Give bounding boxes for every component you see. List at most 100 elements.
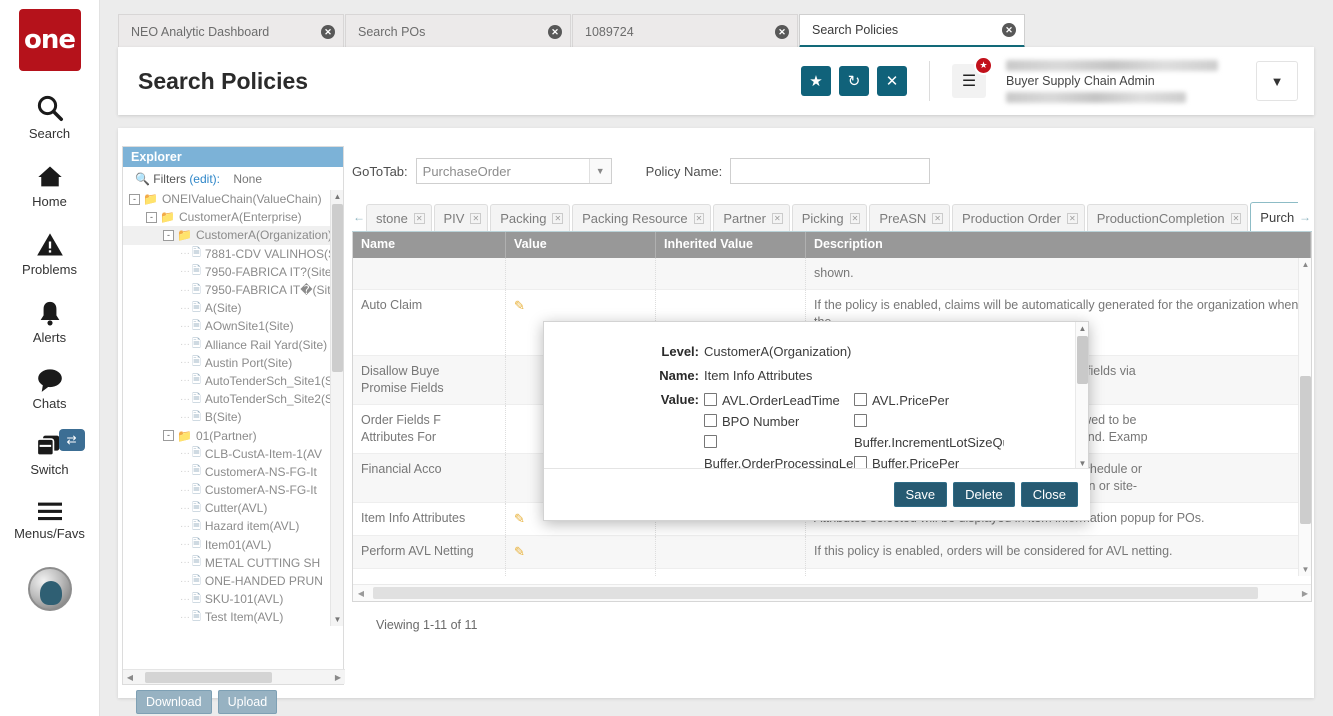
- scrollbar-thumb[interactable]: [145, 672, 272, 683]
- scroll-left-icon[interactable]: ◀: [353, 589, 369, 598]
- tree-node[interactable]: ···🗎AOwnSite1(Site): [123, 317, 343, 335]
- tree-node[interactable]: ···🗎Test Item(AVL): [123, 608, 343, 626]
- tree-toggle-icon[interactable]: -: [163, 230, 174, 241]
- star-badge-icon[interactable]: ★: [974, 56, 993, 75]
- table-horizontal-scrollbar[interactable]: ◀ ▶: [353, 584, 1312, 601]
- tree-node[interactable]: ···🗎Alliance Rail Yard(Site): [123, 336, 343, 354]
- attribute-checkbox-item[interactable]: AVL.PricePer: [854, 392, 1004, 409]
- checkbox[interactable]: [854, 393, 867, 406]
- tree-node[interactable]: ···🗎CustomerA-NS-FG-It: [123, 481, 343, 499]
- window-tab-3[interactable]: Search Policies ✕: [799, 14, 1025, 48]
- window-tab-2[interactable]: 1089724 ✕: [572, 14, 798, 48]
- upload-button[interactable]: Upload: [218, 690, 278, 714]
- close-icon[interactable]: ✕: [321, 25, 335, 39]
- tree-node[interactable]: ···🗎CustomerA-NS-FG-It: [123, 463, 343, 481]
- category-tab-piv[interactable]: PIV✕: [434, 204, 489, 231]
- scroll-right-icon[interactable]: ▶: [1297, 589, 1312, 598]
- sidebar-item-switch[interactable]: Switch ⇄: [0, 433, 100, 477]
- category-tab-stone[interactable]: stone✕: [366, 204, 432, 231]
- category-tab-production-order[interactable]: Production Order✕: [952, 204, 1085, 231]
- scroll-up-icon[interactable]: ▲: [1076, 322, 1088, 335]
- attribute-checkbox-item[interactable]: AVL.OrderLeadTime: [704, 392, 854, 409]
- tree-node[interactable]: ···🗎B(Site): [123, 408, 343, 426]
- close-icon[interactable]: ✕: [1002, 23, 1016, 37]
- tree-node[interactable]: ···🗎CLB-CustA-Item-1(AV: [123, 445, 343, 463]
- close-icon[interactable]: ✕: [694, 213, 705, 224]
- tree-node[interactable]: ···🗎SKU-101(AVL): [123, 590, 343, 608]
- close-icon[interactable]: ✕: [548, 25, 562, 39]
- scroll-left-icon[interactable]: ◀: [123, 673, 137, 682]
- tree-node[interactable]: ···🗎ONE-HANDED PRUN: [123, 572, 343, 590]
- chevron-down-icon[interactable]: ▼: [589, 159, 611, 183]
- checkbox[interactable]: [704, 393, 717, 406]
- tabs-scroll-left-icon[interactable]: ←: [352, 203, 366, 231]
- tree-toggle-icon[interactable]: -: [129, 194, 140, 205]
- scrollbar-track[interactable]: [137, 672, 331, 683]
- table-row[interactable]: shown.: [353, 258, 1311, 290]
- edit-pencil-icon[interactable]: ✎: [514, 544, 525, 559]
- scroll-up-icon[interactable]: ▲: [331, 190, 343, 203]
- tree-node[interactable]: ···🗎Cutter(AVL): [123, 499, 343, 517]
- close-icon[interactable]: ✕: [932, 213, 943, 224]
- attribute-checkbox-item[interactable]: Buffer.IncrementLotSizeQuan: [854, 434, 1004, 451]
- tree-node[interactable]: -📁CustomerA(Enterprise): [123, 208, 343, 226]
- tree-node[interactable]: ···🗎7881-CDV VALINHOS(Si: [123, 245, 343, 263]
- tree-node[interactable]: ···🗎7950-FABRICA IT�(Site): [123, 281, 343, 299]
- close-icon[interactable]: ✕: [1231, 213, 1242, 224]
- tabs-scroll-right-icon[interactable]: →: [1298, 203, 1312, 231]
- tree-node[interactable]: ···🗎AutoTenderSch_Site1(S: [123, 372, 343, 390]
- window-tab-1[interactable]: Search POs ✕: [345, 14, 571, 48]
- edit-pencil-icon[interactable]: ✎: [514, 511, 525, 526]
- scrollbar-thumb[interactable]: [1300, 376, 1311, 524]
- scrollbar-thumb[interactable]: [373, 587, 1258, 599]
- tree-toggle-icon[interactable]: -: [163, 430, 174, 441]
- category-tab-preasn[interactable]: PreASN✕: [869, 204, 950, 231]
- tree-node[interactable]: ···🗎A(Site): [123, 299, 343, 317]
- sidebar-item-problems[interactable]: Problems: [0, 231, 100, 277]
- tree-node[interactable]: ···🗎METAL CUTTING SH: [123, 554, 343, 572]
- sidebar-item-menus-favs[interactable]: Menus/Favs: [0, 499, 100, 541]
- checkbox[interactable]: [704, 414, 717, 427]
- checkbox[interactable]: [854, 414, 867, 427]
- gototab-select[interactable]: PurchaseOrder ▼: [416, 158, 612, 184]
- close-icon[interactable]: ✕: [850, 213, 861, 224]
- category-tab-packing-resource[interactable]: Packing Resource✕: [572, 204, 711, 231]
- tree-toggle-icon[interactable]: -: [146, 212, 157, 223]
- checkbox[interactable]: [704, 435, 717, 448]
- scroll-down-icon[interactable]: ▼: [1299, 563, 1311, 576]
- close-icon[interactable]: ✕: [1067, 213, 1078, 224]
- table-row[interactable]: Reopen Rejected Purchase Order✎ If this …: [353, 569, 1311, 576]
- tree-node[interactable]: ···🗎Item01(AVL): [123, 536, 343, 554]
- tree-node[interactable]: -📁01(Partner): [123, 426, 343, 444]
- scroll-right-icon[interactable]: ▶: [331, 673, 345, 682]
- category-tab-picking[interactable]: Picking✕: [792, 204, 868, 231]
- tree-node[interactable]: -📁ONEIValueChain(ValueChain): [123, 190, 343, 208]
- category-tab-purch[interactable]: Purch: [1250, 202, 1298, 231]
- category-tab-packing[interactable]: Packing✕: [490, 204, 570, 231]
- close-icon[interactable]: ✕: [772, 213, 783, 224]
- sidebar-item-chats[interactable]: Chats: [0, 367, 100, 411]
- close-icon[interactable]: ✕: [414, 213, 425, 224]
- favorite-button[interactable]: ★: [801, 66, 831, 96]
- one-logo[interactable]: one: [19, 9, 81, 71]
- attribute-checkbox-item[interactable]: BPO Number: [704, 413, 854, 430]
- scrollbar-thumb[interactable]: [1077, 336, 1088, 384]
- scrollbar-track[interactable]: [369, 587, 1297, 599]
- sidebar-item-alerts[interactable]: Alerts: [0, 299, 100, 345]
- tree-node[interactable]: -📁CustomerA(Organization): [123, 226, 343, 244]
- policy-name-input[interactable]: [730, 158, 930, 184]
- download-button[interactable]: Download: [136, 690, 212, 714]
- close-icon[interactable]: ✕: [470, 213, 481, 224]
- close-page-button[interactable]: ✕: [877, 66, 907, 96]
- avatar[interactable]: [28, 567, 72, 611]
- window-tab-0[interactable]: NEO Analytic Dashboard ✕: [118, 14, 344, 48]
- attribute-checkbox-item[interactable]: [854, 413, 1004, 430]
- close-button[interactable]: Close: [1021, 482, 1078, 507]
- user-menu-button[interactable]: ▼: [1256, 61, 1298, 101]
- tree-node[interactable]: ···🗎Hazard item(AVL): [123, 517, 343, 535]
- sidebar-item-home[interactable]: Home: [0, 163, 100, 209]
- dialog-vertical-scrollbar[interactable]: ▲ ▼: [1075, 322, 1088, 470]
- category-tab-productioncompletion[interactable]: ProductionCompletion✕: [1087, 204, 1249, 231]
- scrollbar-thumb[interactable]: [332, 204, 343, 372]
- edit-pencil-icon[interactable]: ✎: [514, 298, 525, 313]
